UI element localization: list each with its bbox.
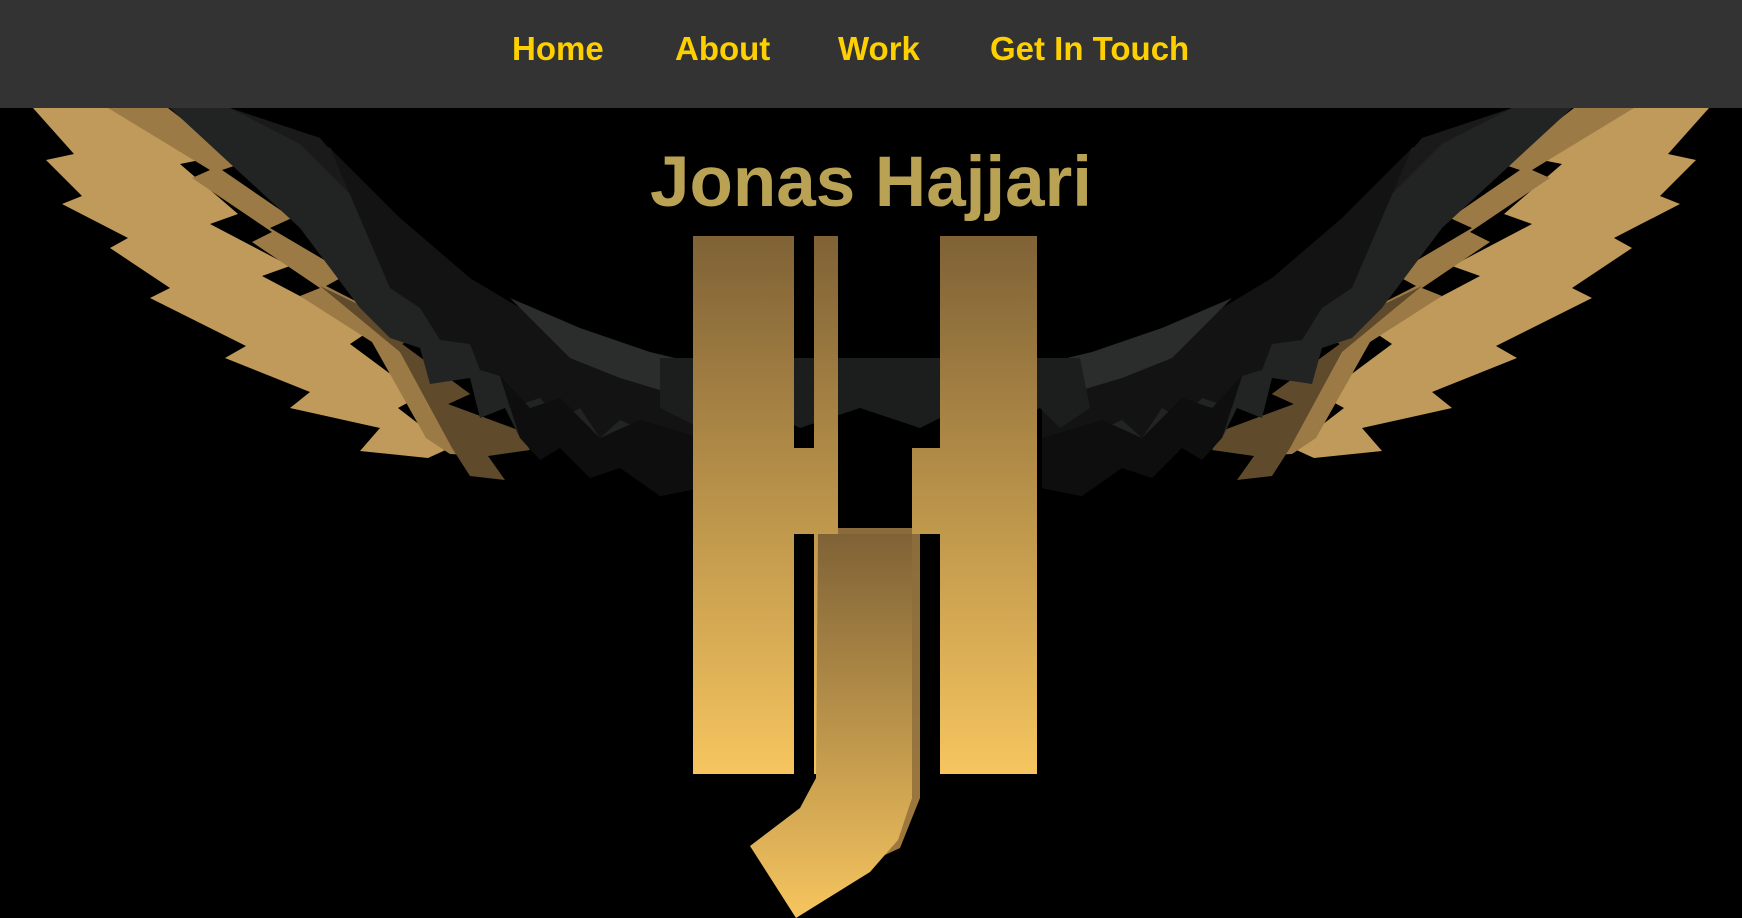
top-navigation-bar: Home About Work Get In Touch — [0, 0, 1742, 108]
nav-link-get-in-touch[interactable]: Get In Touch — [990, 30, 1189, 68]
logo-letter-h — [693, 236, 838, 774]
nav-link-home[interactable]: Home — [512, 30, 604, 68]
logo-letter-j — [912, 236, 1037, 774]
nav-link-about[interactable]: About — [675, 30, 770, 68]
hero-section: Jonas Hajjari — [0, 108, 1742, 918]
page-title: Jonas Hajjari — [650, 143, 1092, 222]
nav-link-work[interactable]: Work — [838, 30, 920, 68]
eagle-wings-emblem-icon — [33, 108, 1709, 918]
